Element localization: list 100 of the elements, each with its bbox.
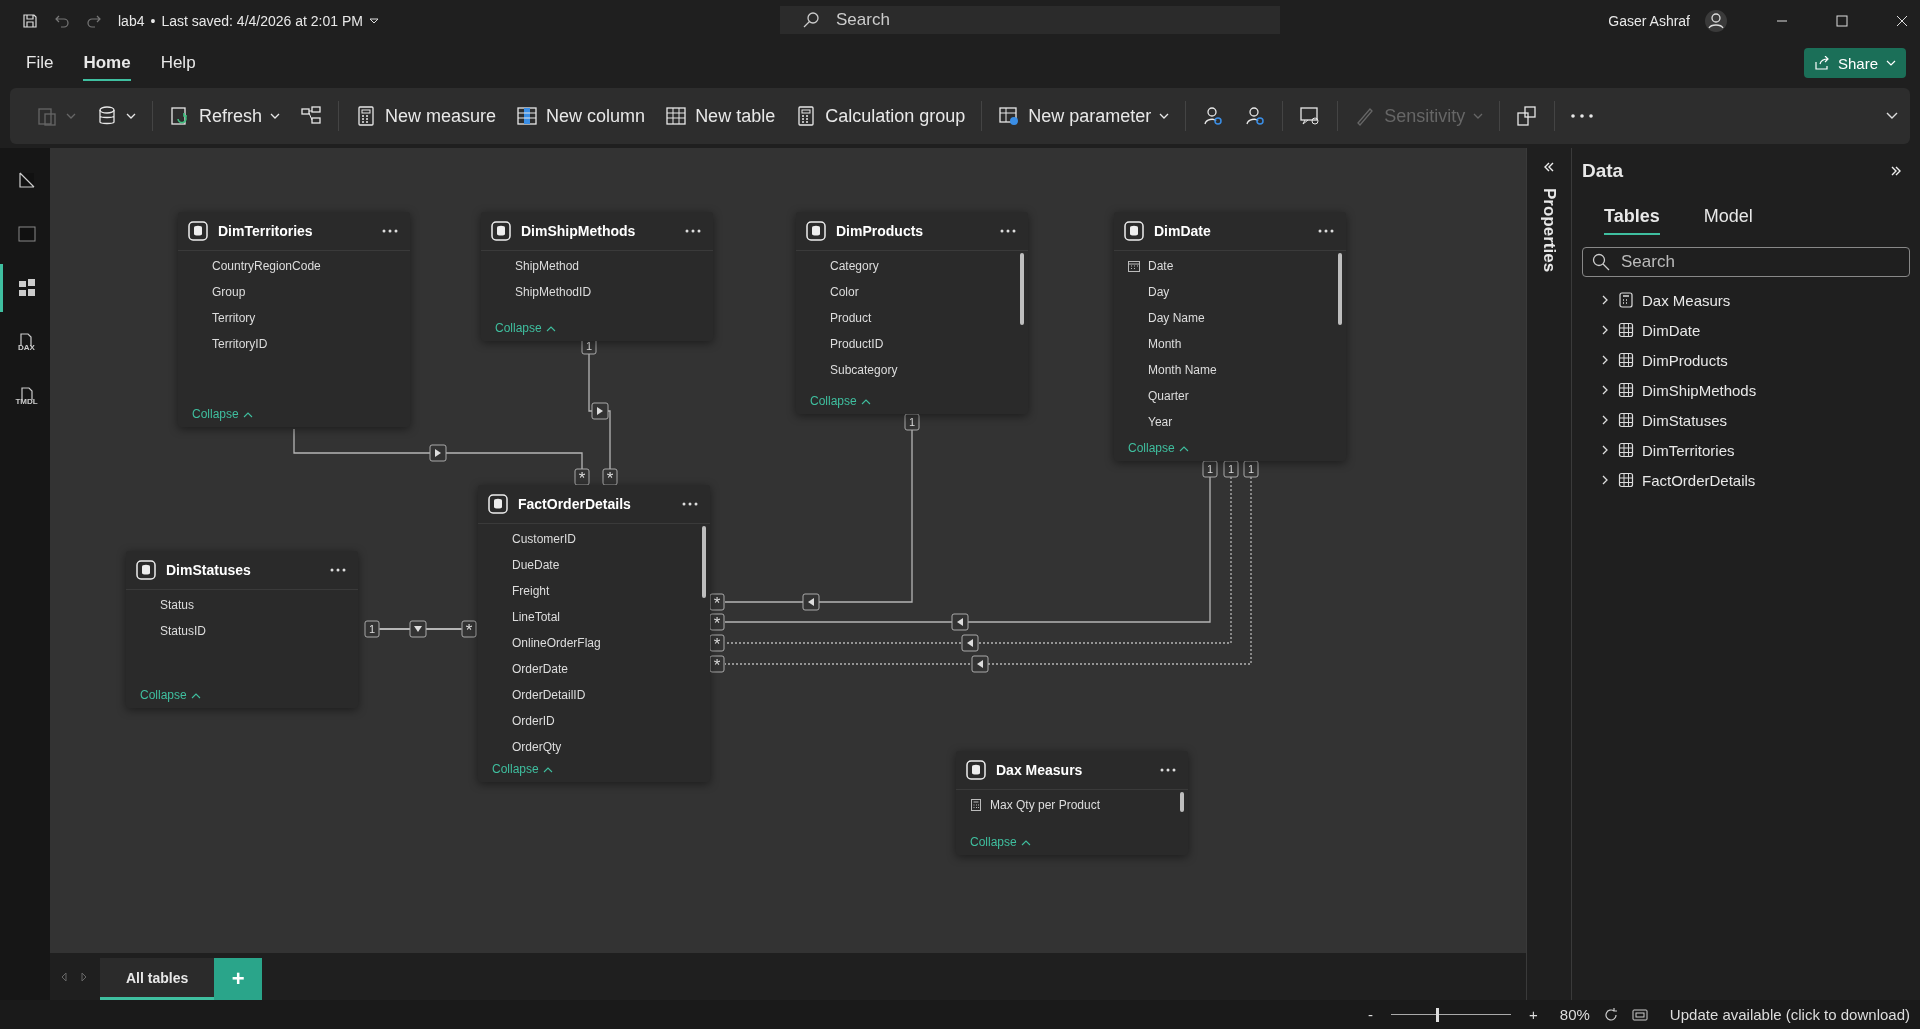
- avatar-icon[interactable]: [1704, 9, 1728, 33]
- more-options-icon[interactable]: [685, 229, 701, 233]
- search-field[interactable]: Search: [780, 6, 1280, 34]
- collapse-link[interactable]: Collapse: [492, 762, 553, 776]
- view-nav-item[interactable]: DAX: [0, 318, 50, 366]
- ribbon-button[interactable]: New parameter: [990, 99, 1178, 133]
- pane-tab[interactable]: Model: [1703, 206, 1753, 235]
- relationship-line[interactable]: [293, 428, 583, 470]
- redo-icon[interactable]: [86, 13, 102, 29]
- field-name[interactable]: Category: [830, 259, 879, 273]
- collapse-panes-icon[interactable]: [1543, 162, 1555, 172]
- table-card[interactable]: DimTerritories CountryRegionCode Group Territory TerritoryID Collapse: [178, 212, 410, 427]
- table-card[interactable]: DimShipMethods ShipMethod ShipMethodID Collapse: [481, 212, 713, 341]
- field-name[interactable]: ProductID: [830, 337, 884, 351]
- field-name[interactable]: Month Name: [1148, 363, 1217, 377]
- relationship-line[interactable]: [379, 627, 462, 631]
- table-card[interactable]: DimStatuses Status StatusID Collapse: [126, 551, 358, 708]
- table-list-item[interactable]: Dax Measurs: [1642, 291, 1731, 309]
- share-button[interactable]: Share: [1803, 48, 1906, 78]
- scrollbar-thumb[interactable]: [1338, 253, 1342, 325]
- scrollbar-thumb[interactable]: [1180, 792, 1184, 812]
- view-nav-item[interactable]: TMDL: [0, 372, 50, 420]
- table-card[interactable]: DimDate Date Day Day Name Month Month Name Quarter Year Collapse: [1114, 212, 1346, 461]
- search-field[interactable]: Search: [1582, 247, 1910, 277]
- ribbon-button[interactable]: New table: [657, 99, 784, 133]
- table-list-item[interactable]: DimTerritories: [1642, 441, 1735, 459]
- field-name[interactable]: OrderQty: [512, 740, 562, 754]
- table-list-item[interactable]: FactOrderDetails: [1642, 471, 1756, 489]
- field-name[interactable]: CountryRegionCode: [212, 259, 321, 273]
- table-list-item[interactable]: DimDate: [1642, 321, 1701, 339]
- field-name[interactable]: LineTotal: [512, 610, 561, 624]
- ribbon-button[interactable]: New measure: [347, 99, 505, 133]
- expand-chevron-icon[interactable]: [1600, 294, 1610, 306]
- more-options-icon[interactable]: [1000, 229, 1016, 233]
- caret-icon[interactable]: [368, 17, 379, 25]
- expand-pane-icon[interactable]: [1890, 166, 1902, 176]
- previous-page-icon[interactable]: [60, 971, 68, 982]
- undo-icon[interactable]: [54, 13, 70, 29]
- scrollbar-thumb[interactable]: [1020, 253, 1024, 325]
- fit-to-page-icon[interactable]: [1631, 1008, 1648, 1021]
- field-name[interactable]: Subcategory: [830, 363, 898, 377]
- more-options-icon[interactable]: [1160, 768, 1176, 772]
- expand-chevron-icon[interactable]: [1600, 414, 1610, 426]
- expand-chevron-icon[interactable]: [1600, 324, 1610, 336]
- collapse-link[interactable]: Collapse: [140, 688, 201, 702]
- field-name[interactable]: StatusID: [160, 624, 207, 638]
- field-name[interactable]: Day Name: [1148, 311, 1205, 325]
- field-name[interactable]: Day: [1148, 285, 1170, 299]
- collapse-link[interactable]: Collapse: [810, 394, 871, 408]
- save-icon[interactable]: [22, 13, 38, 29]
- maximize-icon[interactable]: [1836, 15, 1848, 27]
- field-name[interactable]: Year: [1148, 415, 1173, 429]
- expand-chevron-icon[interactable]: [1600, 384, 1610, 396]
- field-name[interactable]: Freight: [512, 584, 550, 598]
- menu-tab[interactable]: Help: [160, 45, 196, 81]
- field-name[interactable]: CustomerID: [512, 532, 576, 546]
- pane-tab[interactable]: Tables: [1604, 206, 1660, 235]
- more-options-icon[interactable]: [682, 502, 698, 506]
- expand-chevron-icon[interactable]: [1600, 474, 1610, 486]
- more-options-icon[interactable]: [1318, 229, 1334, 233]
- expand-ribbon-icon[interactable]: [1886, 112, 1898, 120]
- more-options-icon[interactable]: [382, 229, 398, 233]
- field-name[interactable]: DueDate: [512, 558, 560, 572]
- scrollbar-thumb[interactable]: [702, 526, 706, 598]
- refresh-icon[interactable]: [1603, 1007, 1618, 1022]
- field-name[interactable]: Date: [1148, 259, 1174, 273]
- properties-pane-tab[interactable]: Properties: [1539, 188, 1559, 273]
- field-name[interactable]: Color: [830, 285, 859, 299]
- field-name[interactable]: Max Qty per Product: [990, 798, 1101, 812]
- update-link[interactable]: Update available (click to download): [1669, 1006, 1910, 1023]
- table-card[interactable]: FactOrderDetails CustomerID DueDate Freight LineTotal OnlineOrderFlag OrderDate OrderDetailID OrderID OrderQty Collapse: [478, 485, 710, 782]
- menu-tab[interactable]: Home: [83, 45, 131, 81]
- more-options-icon[interactable]: [330, 568, 346, 572]
- zoom-in-button[interactable]: +: [1529, 1006, 1538, 1023]
- collapse-link[interactable]: Collapse: [495, 321, 556, 335]
- page-tab[interactable]: All tables: [100, 958, 215, 1000]
- field-name[interactable]: Group: [212, 285, 246, 299]
- next-page-icon[interactable]: [80, 971, 88, 982]
- ribbon-button[interactable]: Calculation group: [787, 99, 974, 133]
- field-name[interactable]: Territory: [212, 311, 256, 325]
- ribbon-button[interactable]: New column: [508, 99, 654, 133]
- field-name[interactable]: OrderDetailID: [512, 688, 586, 702]
- field-name[interactable]: Month: [1148, 337, 1182, 351]
- ribbon-button[interactable]: Refresh: [161, 99, 289, 133]
- close-icon[interactable]: [1896, 15, 1908, 27]
- table-list-item[interactable]: DimStatuses: [1642, 411, 1728, 429]
- field-name[interactable]: Status: [160, 598, 195, 612]
- field-name[interactable]: ShipMethod: [515, 259, 580, 273]
- table-card[interactable]: Dax Measurs Max Qty per Product Collapse: [956, 751, 1188, 855]
- field-name[interactable]: OrderID: [512, 714, 555, 728]
- field-name[interactable]: ShipMethodID: [515, 285, 592, 299]
- collapse-link[interactable]: Collapse: [970, 835, 1031, 849]
- field-name[interactable]: TerritoryID: [212, 337, 268, 351]
- menu-tab[interactable]: File: [26, 45, 54, 81]
- table-list-item[interactable]: DimProducts: [1642, 351, 1728, 369]
- collapse-link[interactable]: Collapse: [192, 407, 253, 421]
- zoom-out-button[interactable]: -: [1368, 1006, 1374, 1023]
- collapse-link[interactable]: Collapse: [1128, 441, 1189, 455]
- field-name[interactable]: OnlineOrderFlag: [512, 636, 601, 650]
- table-list-item[interactable]: DimShipMethods: [1642, 381, 1757, 399]
